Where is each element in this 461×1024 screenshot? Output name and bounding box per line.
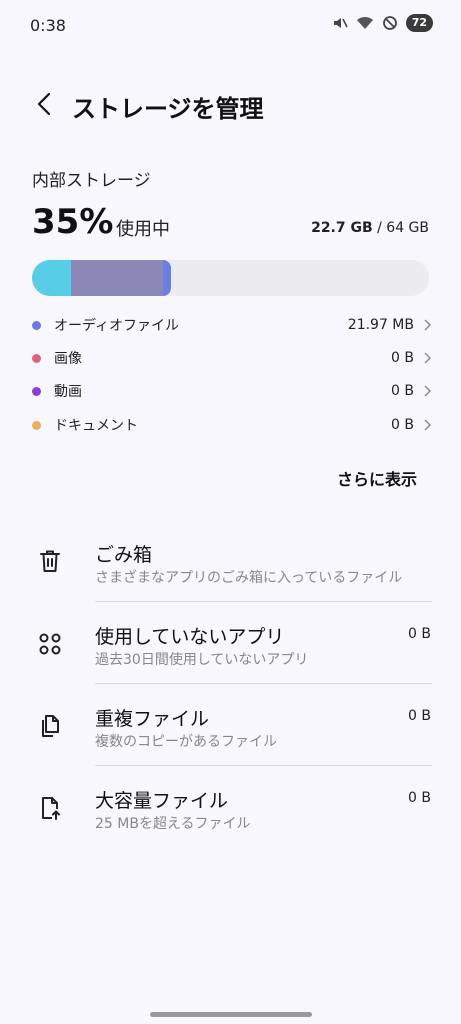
page-title: ストレージを管理: [72, 95, 264, 123]
bar-segment-cyan: [32, 260, 71, 296]
list-item-subtitle: 25 MBを超えるファイル: [95, 816, 251, 832]
back-button[interactable]: [28, 88, 60, 120]
list-item-title: ごみ箱: [95, 544, 153, 566]
list-item-large-files[interactable]: [0, 776, 461, 846]
category-size: 0 B: [391, 350, 414, 366]
category-size: 0 B: [391, 417, 414, 433]
category-dot: [32, 353, 41, 363]
list-item-value: 0 B: [408, 626, 431, 642]
battery-indicator: 72: [405, 14, 433, 32]
trash-icon: [36, 547, 64, 575]
chevron-right-icon: [424, 319, 431, 331]
category-name: オーディオファイル: [54, 318, 180, 334]
category-size: 0 B: [391, 383, 414, 399]
usage-separator: /: [372, 220, 387, 236]
category-audio[interactable]: オーディオファイル 21.97 MB: [32, 312, 432, 338]
apps-icon: [36, 630, 64, 658]
status-time: 0:38: [30, 16, 66, 35]
chevron-right-icon: [424, 352, 431, 364]
wifi-icon: [356, 16, 373, 29]
storage-section-label: 内部ストレージ: [32, 171, 151, 191]
back-arrow-icon: [37, 92, 51, 116]
list-item-value: 0 B: [408, 790, 431, 806]
do-not-disturb-icon: [382, 16, 397, 30]
storage-usage-bar: [32, 260, 429, 296]
list-item-subtitle: 過去30日間使用していないアプリ: [95, 652, 309, 668]
list-item-subtitle: 複数のコピーがあるファイル: [95, 734, 277, 750]
category-documents[interactable]: ドキュメント 0 B: [32, 412, 432, 438]
list-item-title: 大容量ファイル: [95, 790, 229, 812]
category-name: ドキュメント: [54, 418, 138, 434]
home-indicator[interactable]: [150, 1012, 312, 1017]
category-name: 動画: [54, 384, 82, 400]
chevron-right-icon: [424, 385, 431, 397]
list-item-value: 0 B: [408, 708, 431, 724]
category-dot: [32, 420, 41, 430]
status-icons: 72: [332, 14, 433, 32]
list-item-title: 使用していないアプリ: [95, 626, 285, 648]
list-item-trash[interactable]: [0, 530, 461, 600]
list-item-subtitle: さまざまなアプリのごみ箱に入っているファイル: [95, 570, 403, 586]
duplicate-file-icon: [36, 712, 64, 740]
usage-total: 22.7 GB / 64 GB: [311, 220, 429, 236]
list-item-title: 重複ファイル: [95, 708, 210, 730]
bar-segment-purple: [70, 260, 163, 296]
chevron-right-icon: [424, 419, 431, 431]
category-name: 画像: [54, 351, 82, 367]
category-videos[interactable]: 動画 0 B: [32, 378, 432, 404]
category-dot: [32, 320, 41, 330]
list-item-duplicate-files[interactable]: [0, 694, 461, 764]
category-size: 21.97 MB: [347, 317, 414, 333]
used-amount: 22.7 GB: [311, 220, 373, 236]
divider: [95, 601, 432, 602]
bar-segment-blue: [162, 260, 171, 296]
usage-percent: 35%: [32, 202, 114, 242]
show-more-button[interactable]: さらに表示: [337, 466, 417, 490]
category-dot: [32, 386, 41, 396]
divider: [95, 683, 432, 684]
category-images[interactable]: 画像 0 B: [32, 345, 432, 371]
large-file-icon: [36, 794, 64, 822]
divider: [95, 765, 432, 766]
mute-icon: [333, 18, 348, 28]
total-amount: 64 GB: [386, 220, 429, 236]
usage-suffix: 使用中: [116, 219, 170, 240]
